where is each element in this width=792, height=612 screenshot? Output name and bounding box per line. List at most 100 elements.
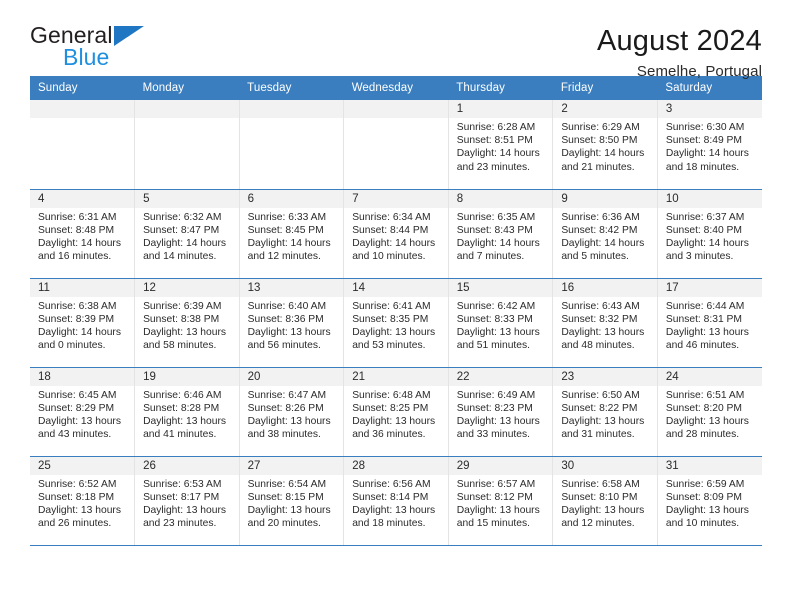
day-cell-inner: 20 Sunrise: 6:47 AM Sunset: 8:26 PM Dayligh… xyxy=(239,367,344,456)
calendar-day-cell[interactable]: 20 Sunrise: 6:47 AM Sunset: 8:26 PM Dayligh… xyxy=(239,367,345,457)
day-cell-inner: 17 Sunrise: 6:44 AM Sunset: 8:31 PM Dayligh… xyxy=(657,278,762,367)
weekday-header-tuesday: Tuesday xyxy=(239,76,344,100)
calendar-day-cell[interactable]: 7 Sunrise: 6:34 AM Sunset: 8:44 PM Daylight… xyxy=(343,189,449,279)
calendar-day-cell[interactable]: 31 Sunrise: 6:59 AM Sunset: 8:09 PM Dayligh… xyxy=(657,456,762,546)
day-number: 16 xyxy=(553,278,657,297)
day-sun-info: Sunrise: 6:44 AM Sunset: 8:31 PM Daylight:… xyxy=(658,297,762,353)
sunset-text: Sunset: 8:10 PM xyxy=(561,491,638,503)
day-number: 22 xyxy=(448,367,553,386)
calendar-day-cell[interactable]: 22 Sunrise: 6:49 AM Sunset: 8:23 PM Dayligh… xyxy=(448,367,554,457)
calendar-week-row: 25 Sunrise: 6:52 AM Sunset: 8:18 PM Dayligh… xyxy=(30,456,762,546)
sunrise-text: Sunrise: 6:46 AM xyxy=(143,389,222,401)
day-number: 10 xyxy=(657,189,762,208)
weekday-header-sunday: Sunday xyxy=(30,76,135,100)
calendar-day-cell[interactable]: 25 Sunrise: 6:52 AM Sunset: 8:18 PM Dayligh… xyxy=(30,456,136,546)
sunrise-text: Sunrise: 6:52 AM xyxy=(38,478,117,490)
page-subtitle: Semelhe, Portugal xyxy=(636,63,762,81)
calendar-day-cell[interactable]: 15 Sunrise: 6:42 AM Sunset: 8:33 PM Dayligh… xyxy=(448,278,554,368)
daylight-text-cont: and 43 minutes. xyxy=(38,429,112,441)
sunset-text: Sunset: 8:39 PM xyxy=(38,313,115,325)
calendar-page: General Blue August 2024 Semelhe, Portug… xyxy=(0,0,792,612)
sunrise-text: Sunrise: 6:54 AM xyxy=(247,478,327,490)
daylight-text: Daylight: 13 hours xyxy=(247,504,331,516)
day-number: 3 xyxy=(657,100,762,118)
daylight-text-cont: and 46 minutes. xyxy=(665,340,740,352)
day-cell-inner: 11 Sunrise: 6:38 AM Sunset: 8:39 PM Dayligh… xyxy=(30,278,135,367)
day-number: 15 xyxy=(448,278,553,297)
daylight-text-cont: and 10 minutes. xyxy=(352,251,426,263)
day-cell-inner: 27 Sunrise: 6:54 AM Sunset: 8:15 PM Dayligh… xyxy=(239,456,344,545)
calendar-day-cell[interactable]: 30 Sunrise: 6:58 AM Sunset: 8:10 PM Dayligh… xyxy=(552,456,658,546)
calendar-week-row: 4 Sunrise: 6:31 AM Sunset: 8:48 PM Daylight… xyxy=(30,189,762,279)
calendar-day-cell[interactable]: 1 Sunrise: 6:28 AM Sunset: 8:51 PM Daylight… xyxy=(448,100,554,190)
day-cell-inner xyxy=(344,100,448,189)
calendar-day-cell[interactable]: 19 Sunrise: 6:46 AM Sunset: 8:28 PM Dayligh… xyxy=(134,367,240,457)
calendar-day-cell[interactable]: 14 Sunrise: 6:41 AM Sunset: 8:35 PM Dayligh… xyxy=(343,278,449,368)
page-header: General Blue August 2024 Semelhe, Portug… xyxy=(30,0,762,81)
day-number: 8 xyxy=(448,189,553,208)
day-cell-inner: 15 Sunrise: 6:42 AM Sunset: 8:33 PM Dayligh… xyxy=(448,278,553,367)
day-cell-inner: 7 Sunrise: 6:34 AM Sunset: 8:44 PM Daylight… xyxy=(344,189,448,278)
calendar-day-cell[interactable]: 10 Sunrise: 6:37 AM Sunset: 8:40 PM Dayligh… xyxy=(657,189,762,279)
calendar-day-cell[interactable]: 17 Sunrise: 6:44 AM Sunset: 8:31 PM Dayligh… xyxy=(657,278,762,368)
calendar-day-cell[interactable]: 11 Sunrise: 6:38 AM Sunset: 8:39 PM Dayligh… xyxy=(30,278,136,368)
daylight-text: Daylight: 13 hours xyxy=(665,504,749,516)
day-cell-inner: 6 Sunrise: 6:33 AM Sunset: 8:45 PM Daylight… xyxy=(239,189,344,278)
calendar-day-cell[interactable]: 16 Sunrise: 6:43 AM Sunset: 8:32 PM Dayligh… xyxy=(552,278,658,368)
day-sun-info: Sunrise: 6:34 AM Sunset: 8:44 PM Daylight:… xyxy=(344,208,448,264)
day-sun-info: Sunrise: 6:53 AM Sunset: 8:17 PM Daylight:… xyxy=(135,475,239,531)
daylight-text: Daylight: 14 hours xyxy=(561,237,645,249)
calendar-day-cell[interactable]: 29 Sunrise: 6:57 AM Sunset: 8:12 PM Dayligh… xyxy=(448,456,554,546)
daylight-text: Daylight: 13 hours xyxy=(665,326,749,338)
day-cell-inner: 12 Sunrise: 6:39 AM Sunset: 8:38 PM Dayligh… xyxy=(135,278,239,367)
calendar-day-cell[interactable]: 5 Sunrise: 6:32 AM Sunset: 8:47 PM Daylight… xyxy=(134,189,240,279)
calendar-day-cell[interactable]: 2 Sunrise: 6:29 AM Sunset: 8:50 PM Daylight… xyxy=(552,100,658,190)
sunrise-text: Sunrise: 6:56 AM xyxy=(352,478,431,490)
calendar-day-cell[interactable]: 13 Sunrise: 6:40 AM Sunset: 8:36 PM Dayligh… xyxy=(239,278,345,368)
day-cell-inner: 10 Sunrise: 6:37 AM Sunset: 8:40 PM Dayligh… xyxy=(657,189,762,278)
sunrise-text: Sunrise: 6:51 AM xyxy=(665,389,745,401)
day-cell-inner xyxy=(239,100,344,189)
day-number: 26 xyxy=(135,456,239,475)
daylight-text-cont: and 23 minutes. xyxy=(143,518,217,530)
calendar-day-cell[interactable]: 24 Sunrise: 6:51 AM Sunset: 8:20 PM Dayligh… xyxy=(657,367,762,457)
day-number: 28 xyxy=(344,456,448,475)
day-cell-inner: 5 Sunrise: 6:32 AM Sunset: 8:47 PM Daylight… xyxy=(135,189,239,278)
calendar-day-cell[interactable]: 6 Sunrise: 6:33 AM Sunset: 8:45 PM Daylight… xyxy=(239,189,345,279)
day-number: 1 xyxy=(448,100,553,118)
daylight-text-cont: and 21 minutes. xyxy=(561,161,635,173)
daylight-text: Daylight: 13 hours xyxy=(456,504,540,516)
sunset-text: Sunset: 8:12 PM xyxy=(456,491,533,503)
calendar-day-cell[interactable]: 18 Sunrise: 6:45 AM Sunset: 8:29 PM Dayligh… xyxy=(30,367,136,457)
sunset-text: Sunset: 8:15 PM xyxy=(247,491,324,503)
day-sun-info: Sunrise: 6:58 AM Sunset: 8:10 PM Daylight:… xyxy=(553,475,657,531)
day-number: 6 xyxy=(239,189,344,208)
day-number: 17 xyxy=(657,278,762,297)
day-sun-info: Sunrise: 6:35 AM Sunset: 8:43 PM Daylight:… xyxy=(449,208,553,264)
daylight-text-cont: and 51 minutes. xyxy=(456,340,531,352)
sunset-text: Sunset: 8:26 PM xyxy=(247,402,324,414)
sunset-text: Sunset: 8:32 PM xyxy=(561,313,638,325)
daylight-text-cont: and 58 minutes. xyxy=(143,340,217,352)
calendar-day-cell[interactable]: 12 Sunrise: 6:39 AM Sunset: 8:38 PM Dayligh… xyxy=(134,278,240,368)
calendar-day-cell[interactable]: 26 Sunrise: 6:53 AM Sunset: 8:17 PM Dayligh… xyxy=(134,456,240,546)
calendar-day-cell[interactable]: 27 Sunrise: 6:54 AM Sunset: 8:15 PM Dayligh… xyxy=(239,456,345,546)
calendar-day-cell[interactable]: 23 Sunrise: 6:50 AM Sunset: 8:22 PM Dayligh… xyxy=(552,367,658,457)
daylight-text-cont: and 41 minutes. xyxy=(143,429,217,441)
sunset-text: Sunset: 8:22 PM xyxy=(561,402,638,414)
daylight-text: Daylight: 13 hours xyxy=(143,326,227,338)
sunrise-text: Sunrise: 6:35 AM xyxy=(456,211,536,223)
sunset-text: Sunset: 8:09 PM xyxy=(665,491,743,503)
general-blue-logo[interactable]: General Blue xyxy=(30,24,148,70)
calendar-day-cell[interactable]: 3 Sunrise: 6:30 AM Sunset: 8:49 PM Daylight… xyxy=(657,100,762,190)
daylight-text: Daylight: 13 hours xyxy=(352,415,436,427)
calendar-day-cell[interactable]: 4 Sunrise: 6:31 AM Sunset: 8:48 PM Daylight… xyxy=(30,189,136,279)
daylight-text-cont: and 3 minutes. xyxy=(665,251,734,263)
calendar-day-cell[interactable]: 8 Sunrise: 6:35 AM Sunset: 8:43 PM Daylight… xyxy=(448,189,554,279)
calendar-day-cell[interactable]: 9 Sunrise: 6:36 AM Sunset: 8:42 PM Daylight… xyxy=(552,189,658,279)
logo-triangle-icon xyxy=(114,26,144,46)
calendar-day-cell[interactable]: 21 Sunrise: 6:48 AM Sunset: 8:25 PM Dayligh… xyxy=(343,367,449,457)
day-cell-inner: 30 Sunrise: 6:58 AM Sunset: 8:10 PM Dayligh… xyxy=(553,456,657,545)
calendar-day-cell[interactable]: 28 Sunrise: 6:56 AM Sunset: 8:14 PM Dayligh… xyxy=(343,456,449,546)
day-sun-info: Sunrise: 6:45 AM Sunset: 8:29 PM Daylight:… xyxy=(30,386,134,442)
